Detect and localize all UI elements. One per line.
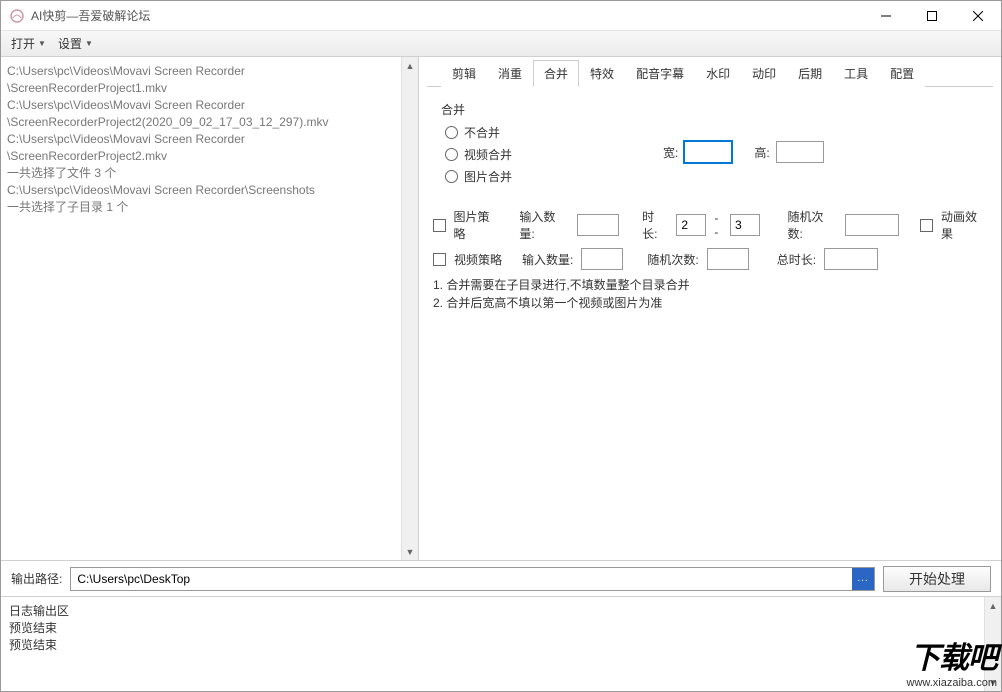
file-list[interactable]: C:\Users\pc\Videos\Movavi Screen Recorde… [1,57,401,560]
file-list-line: 一共选择了文件 3 个 [7,165,395,182]
label-video-strategy: 视频策略 [454,251,502,268]
label-total-duration: 总时长: [777,251,816,268]
total-duration-input[interactable] [824,248,878,270]
chevron-down-icon: ▼ [38,39,46,48]
scrollbar-log[interactable]: ▲ ▼ [984,597,1001,691]
radio-label: 图片合并 [464,168,512,185]
label-random-count: 随机次数: [647,251,698,268]
output-path-label: 输出路径: [11,570,62,587]
note-1: 1. 合并需要在子目录进行,不填数量整个目录合并 [433,276,987,294]
browse-button[interactable]: ... [852,568,874,590]
log-line: 预览结束 [9,637,976,654]
input-count-1[interactable] [577,214,619,236]
titlebar: AI快剪—吾爱破解论坛 [1,1,1001,31]
start-button[interactable]: 开始处理 [883,566,991,592]
tab-6[interactable]: 动印 [741,60,787,87]
window-controls [863,1,1001,31]
app-icon [9,8,25,24]
scroll-up-icon[interactable]: ▲ [985,597,1001,614]
random-count-2[interactable] [707,248,749,270]
input-count-2[interactable] [581,248,623,270]
group-title-merge: 合并 [441,101,979,118]
duration-from-input[interactable] [676,214,706,236]
chevron-down-icon: ▼ [85,39,93,48]
radio-no-merge[interactable] [445,126,458,139]
tab-content-merge: 合并 不合并 视频合并 图片合并 宽: 高: 图片策略 [427,87,993,322]
file-list-line: \ScreenRecorderProject1.mkv [7,80,395,97]
menu-settings[interactable]: 设置▼ [58,35,93,52]
tab-bar: 剪辑消重合并特效配音字幕水印动印后期工具配置 [427,63,993,87]
tab-3[interactable]: 特效 [579,60,625,87]
log-line: 预览结束 [9,620,976,637]
label-anim-effect: 动画效果 [941,208,987,242]
tab-0[interactable]: 剪辑 [441,60,487,87]
label-image-strategy: 图片策略 [454,208,500,242]
height-label: 高: [754,144,769,161]
label-input-count: 输入数量: [522,251,573,268]
radio-video-merge[interactable] [445,148,458,161]
tab-8[interactable]: 工具 [833,60,879,87]
label-duration: 时长: [642,208,668,242]
tab-7[interactable]: 后期 [787,60,833,87]
menu-open[interactable]: 打开▼ [11,35,46,52]
file-list-line: \ScreenRecorderProject2.mkv [7,148,395,165]
radio-label: 不合并 [464,124,500,141]
right-pane: 剪辑消重合并特效配音字幕水印动印后期工具配置 合并 不合并 视频合并 图片合并 … [419,57,1001,560]
file-list-line: C:\Users\pc\Videos\Movavi Screen Recorde… [7,182,395,199]
radio-image-merge[interactable] [445,170,458,183]
file-list-line: \ScreenRecorderProject2(2020_09_02_17_03… [7,114,395,131]
scroll-down-icon[interactable]: ▼ [402,543,418,560]
log-line: 日志输出区 [9,603,976,620]
output-bar: 输出路径: ... 开始处理 [1,561,1001,597]
scroll-track[interactable] [985,614,1001,674]
maximize-button[interactable] [909,1,955,31]
output-path-wrap: ... [70,567,875,591]
radio-label: 视频合并 [464,146,512,163]
height-input[interactable] [776,141,824,163]
width-label: 宽: [663,144,678,161]
minimize-button[interactable] [863,1,909,31]
label-input-count: 输入数量: [519,208,568,242]
close-button[interactable] [955,1,1001,31]
note-2: 2. 合并后宽高不填以第一个视频或图片为准 [433,294,987,312]
scrollbar-left[interactable]: ▲ ▼ [401,57,418,560]
menubar: 打开▼ 设置▼ [1,31,1001,57]
duration-to-input[interactable] [730,214,760,236]
checkbox-anim-effect[interactable] [920,219,933,232]
file-list-line: 一共选择了子目录 1 个 [7,199,395,216]
random-count-1[interactable] [845,214,899,236]
file-list-pane: C:\Users\pc\Videos\Movavi Screen Recorde… [1,57,419,560]
output-path-input[interactable] [71,568,852,590]
tab-4[interactable]: 配音字幕 [625,60,695,87]
width-input[interactable] [684,141,732,163]
duration-sep: -- [714,211,722,239]
file-list-line: C:\Users\pc\Videos\Movavi Screen Recorde… [7,97,395,114]
checkbox-image-strategy[interactable] [433,219,446,232]
label-random-count: 随机次数: [788,208,837,242]
file-list-line: C:\Users\pc\Videos\Movavi Screen Recorde… [7,131,395,148]
tab-5[interactable]: 水印 [695,60,741,87]
window-title: AI快剪—吾爱破解论坛 [31,7,863,24]
scroll-down-icon[interactable]: ▼ [985,674,1001,691]
scroll-track[interactable] [402,74,418,543]
scroll-up-icon[interactable]: ▲ [402,57,418,74]
file-list-line: C:\Users\pc\Videos\Movavi Screen Recorde… [7,63,395,80]
tab-2[interactable]: 合并 [533,60,579,87]
log-content[interactable]: 日志输出区预览结束预览结束 [1,597,984,691]
tab-1[interactable]: 消重 [487,60,533,87]
checkbox-video-strategy[interactable] [433,253,446,266]
log-area: 日志输出区预览结束预览结束 ▲ ▼ [1,597,1001,691]
tab-9[interactable]: 配置 [879,60,925,87]
